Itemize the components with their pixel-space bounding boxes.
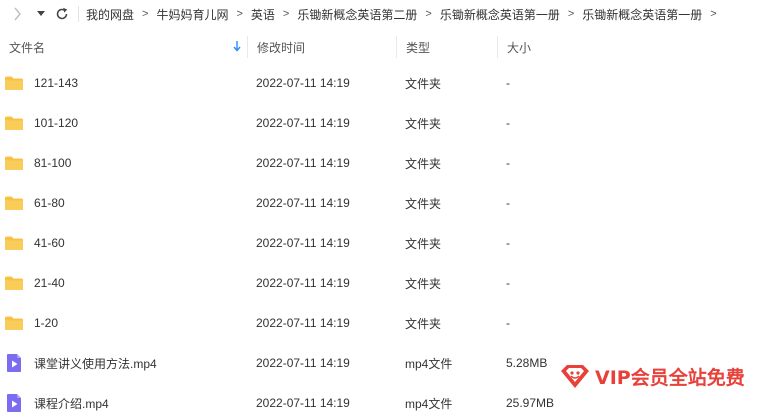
vip-watermark: VIP会员全站免费 [553,356,772,396]
file-type: 文件夹 [405,116,442,131]
column-header-modified[interactable]: 修改时间 [247,36,396,58]
file-modified-time: 2022-07-11 14:19 [256,356,350,370]
file-size: - [506,196,510,210]
file-modified-time: 2022-07-11 14:19 [256,276,350,290]
video-file-icon [7,354,21,372]
file-name-cell: 81-100 [0,143,247,183]
file-name[interactable]: 81-100 [34,156,71,170]
file-row[interactable]: 81-100 2022-07-11 14:19 文件夹 - [0,143,772,183]
column-header-name-label: 文件名 [9,40,46,55]
file-modified-time: 2022-07-11 14:19 [256,116,350,130]
file-row[interactable]: 21-40 2022-07-11 14:19 文件夹 - [0,263,772,303]
video-file-icon [7,394,21,412]
folder-icon [5,76,23,90]
file-name-cell: 61-80 [0,183,247,223]
breadcrumb-separator: > [236,8,243,20]
column-header-size-label: 大小 [507,40,532,55]
toolbar-divider [78,6,79,22]
file-size: - [506,116,510,130]
breadcrumb-separator: > [567,8,575,20]
breadcrumb-item[interactable]: 我的网盘 [85,6,135,23]
file-name[interactable]: 课堂讲义使用方法.mp4 [34,355,157,372]
file-name-cell: 41-60 [0,223,247,263]
file-row[interactable]: 101-120 2022-07-11 14:19 文件夹 - [0,103,772,143]
file-size: - [506,236,510,250]
folder-icon [5,316,23,330]
sort-down-arrow-icon [233,40,241,55]
file-size: - [506,276,510,290]
navigation-toolbar: 我的网盘 > 牛妈妈育儿网 > 英语 > 乐锄新概念英语第二册 > 乐锄新概念英语第一册 > 乐锄新… [0,0,772,28]
file-name[interactable]: 1-20 [34,316,58,330]
file-type: 文件夹 [405,196,442,211]
file-name-cell: 课堂讲义使用方法.mp4 [0,343,247,383]
breadcrumb-item[interactable]: 乐锄新概念英语第一册 [581,6,703,23]
folder-icon [5,276,23,290]
folder-icon [5,236,23,250]
file-size: - [506,156,510,170]
file-name-cell: 1-20 [0,303,247,343]
file-type: mp4文件 [405,356,453,371]
breadcrumb-separator: > [425,8,432,20]
breadcrumb-separator: > [142,8,149,20]
file-manager-window: 我的网盘 > 牛妈妈育儿网 > 英语 > 乐锄新概念英语第二册 > 乐锄新概念英语第一册 > 乐锄新… [0,0,772,420]
file-row[interactable]: 41-60 2022-07-11 14:19 文件夹 - [0,223,772,263]
file-type: mp4文件 [405,396,453,411]
file-name[interactable]: 61-80 [34,196,65,210]
column-header-name[interactable]: 文件名 [0,36,247,58]
folder-icon [5,116,23,130]
file-size: - [506,76,510,90]
file-modified-time: 2022-07-11 14:19 [256,196,350,210]
folder-icon [5,156,23,170]
file-modified-time: 2022-07-11 14:19 [256,396,350,410]
vip-watermark-text: VIP会员全站免费 [595,366,745,389]
caret-down-icon [37,11,45,16]
file-row[interactable]: 121-143 2022-07-11 14:19 文件夹 - [0,63,772,103]
file-modified-time: 2022-07-11 14:19 [256,316,350,330]
back-button[interactable] [0,0,34,28]
column-header-type-label: 类型 [406,40,431,55]
file-type: 文件夹 [405,316,442,331]
breadcrumb-item[interactable]: 乐锄新概念英语第一册 [439,6,561,23]
breadcrumb-separator: > [282,8,290,20]
file-name[interactable]: 121-143 [34,76,78,90]
file-name[interactable]: 41-60 [34,236,65,250]
file-type: 文件夹 [405,156,442,171]
file-modified-time: 2022-07-11 14:19 [256,76,350,90]
refresh-button[interactable] [48,0,76,28]
breadcrumb-item[interactable]: 乐锄新概念英语第二册 [296,6,418,23]
breadcrumb-item[interactable]: 牛妈妈育儿网 [155,6,229,23]
breadcrumb-separator: > [710,8,717,20]
folder-icon [5,196,23,210]
history-dropdown-button[interactable] [34,0,48,28]
file-type: 文件夹 [405,76,442,91]
file-modified-time: 2022-07-11 14:19 [256,236,350,250]
chevron-left-icon [14,7,21,21]
file-row[interactable]: 61-80 2022-07-11 14:19 文件夹 - [0,183,772,223]
file-name[interactable]: 课程介绍.mp4 [34,395,109,412]
column-header-size[interactable]: 大小 [497,36,772,58]
file-type: 文件夹 [405,236,442,251]
column-header-modified-label: 修改时间 [257,40,306,55]
file-row[interactable]: 1-20 2022-07-11 14:19 文件夹 - [0,303,772,343]
vip-diamond-logo-icon [561,365,589,388]
file-name-cell: 课程介绍.mp4 [0,383,247,420]
file-modified-time: 2022-07-11 14:19 [256,156,350,170]
breadcrumb-item[interactable]: 英语 [250,6,276,23]
file-list-header: 文件名 修改时间 类型 大小 [0,36,772,58]
file-type: 文件夹 [405,276,442,291]
file-name[interactable]: 101-120 [34,116,78,130]
file-name-cell: 121-143 [0,63,247,103]
column-header-type[interactable]: 类型 [396,36,497,58]
file-name[interactable]: 21-40 [34,276,65,290]
refresh-icon [56,7,68,20]
file-name-cell: 101-120 [0,103,247,143]
breadcrumb: 我的网盘 > 牛妈妈育儿网 > 英语 > 乐锄新概念英语第二册 > 乐锄新概念英语第一册 > 乐锄新… [85,6,724,23]
file-size: - [506,316,510,330]
file-name-cell: 21-40 [0,263,247,303]
